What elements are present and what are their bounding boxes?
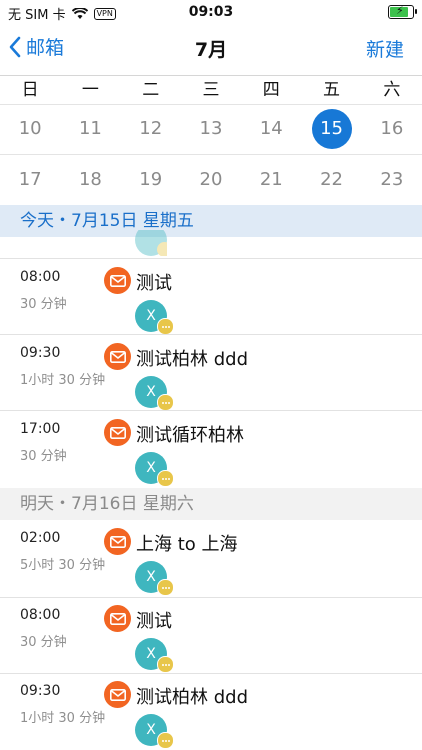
weekday-wed: 三 <box>202 80 220 100</box>
event-item[interactable]: 02:00 5小时 30 分钟 上海 to 上海 X <box>0 520 422 596</box>
calendar-day[interactable]: 17 <box>0 155 60 205</box>
section-header-tomorrow: 明天・7月16日 星期六 <box>0 488 422 520</box>
calendar-day[interactable]: 21 <box>241 155 301 205</box>
weekday-sun: 日 <box>21 80 39 100</box>
calendar-day[interactable]: 12 <box>121 104 181 154</box>
weekday-fri: 五 <box>323 80 341 100</box>
more-icon <box>157 732 174 749</box>
calendar-day-selected[interactable]: 15 <box>301 104 361 154</box>
mail-icon <box>104 267 131 294</box>
weekday-mon: 一 <box>81 80 99 100</box>
event-item[interactable]: 17:00 30 分钟 测试循环柏林 X <box>0 411 422 487</box>
weekday-tue: 二 <box>142 80 160 100</box>
section-header-today: 今天・7月15日 星期五 <box>0 205 422 237</box>
new-button[interactable]: 新建 <box>366 35 404 62</box>
mail-icon <box>104 605 131 632</box>
event-subject: 上海 to 上海 <box>136 534 238 555</box>
event-duration: 5小时 30 分钟 <box>20 558 106 573</box>
event-duration: 30 分钟 <box>20 635 67 650</box>
event-item[interactable]: 09:30 1小时 30 分钟 测试柏林 ddd X <box>0 673 422 749</box>
event-item[interactable]: 09:30 1小时 30 分钟 测试柏林 ddd X <box>0 335 422 411</box>
weekday-sat: 六 <box>383 80 401 100</box>
event-time: 08:00 <box>20 269 61 285</box>
event-subject: 测试循环柏林 <box>136 425 244 446</box>
weekday-header: 日 一 二 三 四 五 六 <box>0 75 422 105</box>
calendar-day[interactable]: 13 <box>181 104 241 154</box>
mail-icon <box>104 419 131 446</box>
calendar-day[interactable]: 20 <box>181 155 241 205</box>
event-time: 08:00 <box>20 607 61 623</box>
calendar-day[interactable]: 14 <box>241 104 301 154</box>
event-time: 09:30 <box>20 345 61 361</box>
more-icon <box>157 318 174 335</box>
page-title: 7月 <box>194 39 228 61</box>
battery-icon: ⚡ <box>388 4 417 19</box>
more-icon <box>157 656 174 673</box>
mail-icon <box>104 528 131 555</box>
event-time: 02:00 <box>20 530 61 546</box>
clock: 09:03 <box>188 4 234 20</box>
event-item[interactable]: 08:00 30 分钟 测试 X <box>0 259 422 335</box>
event-duration: 30 分钟 <box>20 449 67 464</box>
calendar-day[interactable]: 10 <box>0 104 60 154</box>
weekday-thu: 四 <box>262 80 280 100</box>
more-icon <box>157 394 174 411</box>
calendar-day[interactable]: 19 <box>121 155 181 205</box>
event-subject: 测试柏林 ddd <box>136 349 248 370</box>
event-duration: 30 分钟 <box>20 297 67 312</box>
event-subject: 测试 <box>136 273 172 294</box>
calendar-day[interactable]: 18 <box>60 155 120 205</box>
event-subject: 测试柏林 ddd <box>136 687 248 708</box>
status-bar: 无 SIM 卡 VPN 09:03 ⚡ <box>0 0 422 26</box>
event-subject: 测试 <box>136 611 172 632</box>
calendar-day[interactable]: 23 <box>362 155 422 205</box>
calendar-week-1: 10 11 12 13 14 15 16 <box>0 104 422 155</box>
event-item[interactable]: 08:00 30 分钟 测试 X <box>0 597 422 673</box>
event-time: 17:00 <box>20 421 61 437</box>
event-duration: 1小时 30 分钟 <box>20 373 106 388</box>
calendar-day[interactable]: 16 <box>362 104 422 154</box>
calendar-day[interactable]: 22 <box>301 155 361 205</box>
event-time: 09:30 <box>20 683 61 699</box>
more-icon <box>157 470 174 487</box>
more-icon <box>157 579 174 596</box>
calendar-week-2: 17 18 19 20 21 22 23 <box>0 155 422 206</box>
mail-icon <box>104 681 131 708</box>
avatar-partial <box>135 230 167 256</box>
calendar-day[interactable]: 11 <box>60 104 120 154</box>
nav-bar: 邮箱 7月 新建 <box>0 28 422 68</box>
mail-icon <box>104 343 131 370</box>
event-duration: 1小时 30 分钟 <box>20 711 106 726</box>
